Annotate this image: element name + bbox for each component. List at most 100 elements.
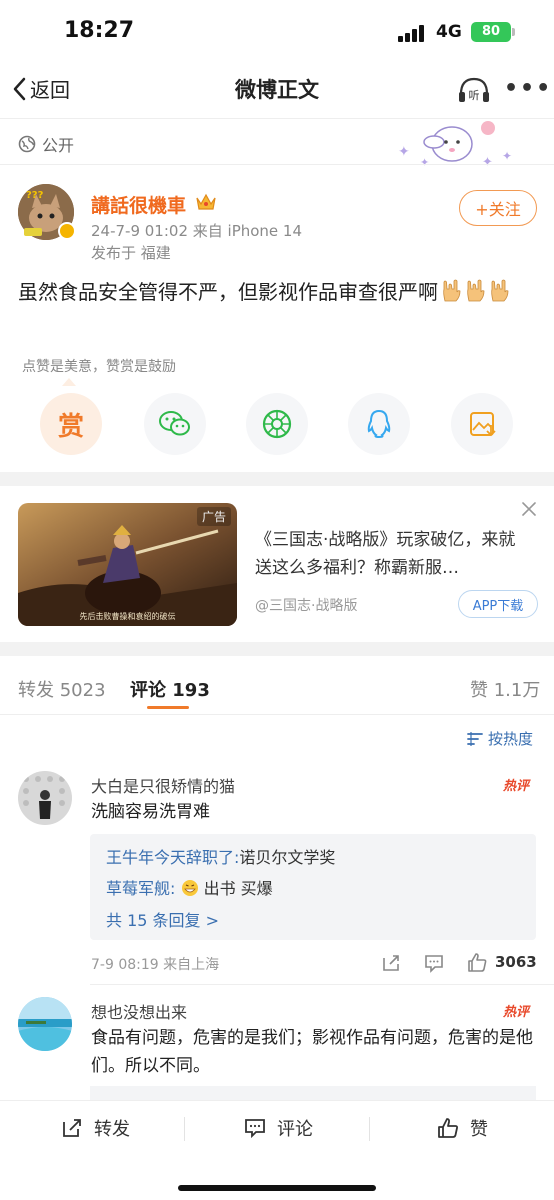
- comment-divider: [90, 984, 554, 985]
- tab-repost-label: 转发: [18, 680, 54, 701]
- globe-icon: [18, 135, 36, 153]
- sort-button[interactable]: 按热度: [466, 728, 533, 749]
- separator: [184, 1117, 185, 1141]
- ad-source[interactable]: @三国志·战略版: [255, 595, 357, 615]
- save-image-icon: [470, 412, 496, 437]
- chevron-left-icon: [13, 77, 26, 100]
- moments-icon: [262, 409, 292, 439]
- crown-icon: [196, 193, 216, 210]
- comment-icon: [245, 1119, 265, 1139]
- verified-badge: [58, 222, 76, 240]
- hot-comment-badge: 热评: [503, 779, 530, 794]
- reply-preview-box: [90, 1086, 536, 1100]
- avatar-photo: [18, 997, 72, 1051]
- avatar-photo: [18, 771, 72, 825]
- more-replies-link[interactable]: 共 15 条回复 >: [106, 907, 219, 931]
- pointer-triangle: [62, 378, 76, 386]
- follow-button[interactable]: +关注: [459, 190, 537, 226]
- wechat-icon: [159, 411, 190, 436]
- comment-button[interactable]: 评论: [243, 1115, 313, 1141]
- tabs-divider: [0, 714, 554, 715]
- svg-text:✦: ✦: [482, 155, 493, 170]
- reply-text: 出书 买爆: [203, 879, 273, 898]
- status-time: 18:27: [64, 18, 135, 43]
- section-divider: [0, 164, 554, 165]
- ad-image[interactable]: 先后击败曹操和袁绍的破伝 广告: [18, 503, 237, 626]
- sort-icon: [467, 731, 483, 746]
- share-wechat-button[interactable]: [144, 393, 206, 455]
- svg-text:???: ???: [26, 190, 44, 201]
- comment-text: 食品有问题，危害的是我们；影视作品有问题，危害的是他们。所以不同。: [91, 1028, 533, 1076]
- home-indicator: [178, 1185, 376, 1191]
- repost-icon: [63, 1119, 81, 1137]
- signal-icon: [398, 24, 428, 42]
- tab-likes-label: 赞: [470, 680, 488, 701]
- active-tab-indicator: [147, 706, 189, 709]
- battery-icon: 80: [471, 22, 511, 42]
- rock-hand-emoji-icon: [443, 279, 461, 302]
- tab-likes[interactable]: 赞 1.1万: [470, 676, 540, 702]
- section-gap: [0, 472, 554, 486]
- reply-text: 诺贝尔文学奖: [239, 848, 336, 867]
- author-name[interactable]: 講話很機車: [91, 191, 186, 218]
- post-time-source: 24-7-9 01:02 来自 iPhone 14: [91, 222, 303, 240]
- qq-icon: [367, 409, 391, 439]
- listen-label: 听: [469, 89, 480, 102]
- comment-like-count: 3063: [495, 953, 537, 971]
- like-icon[interactable]: [466, 951, 488, 973]
- repost-button[interactable]: 转发: [60, 1115, 130, 1141]
- comment-meta: 7-9 08:19 来自上海: [91, 957, 220, 973]
- reply-user[interactable]: 王牛年今天辞职了:: [106, 848, 239, 867]
- battery-tip: [512, 28, 515, 36]
- svg-text:✦: ✦: [398, 144, 410, 160]
- separator: [369, 1117, 370, 1141]
- back-label: 返回: [30, 78, 70, 102]
- ad-title[interactable]: 《三国志·战略版》玩家破亿，来就送这么多福利？称霸新服…: [255, 526, 530, 582]
- visibility-label: 公开: [42, 136, 75, 155]
- comment-avatar[interactable]: [18, 997, 72, 1051]
- save-image-button[interactable]: [451, 393, 513, 455]
- tab-repost[interactable]: 转发 5023: [18, 676, 106, 702]
- headphone-icon: 听: [459, 77, 489, 102]
- post-location: 发布于 福建: [91, 244, 171, 262]
- network-type: 4G: [436, 22, 462, 42]
- tab-comments-count: 193: [172, 680, 210, 701]
- close-icon[interactable]: [520, 500, 538, 518]
- comment-icon[interactable]: [423, 952, 445, 974]
- comment-avatar[interactable]: [18, 771, 72, 825]
- tab-likes-count: 1.1万: [493, 680, 541, 701]
- like-button[interactable]: 赞: [436, 1115, 488, 1141]
- like-icon: [438, 1118, 458, 1138]
- visibility-row: 公开: [18, 132, 74, 156]
- reply-preview-box[interactable]: 王牛年今天辞职了:诺贝尔文学奖 草莓军舰: 出书 买爆 共 15 条回复 >: [90, 834, 536, 940]
- tab-comments-label: 评论: [130, 680, 166, 701]
- reply-item: 草莓军舰: 出书 买爆: [106, 875, 273, 899]
- ad-download-button[interactable]: APP下载: [458, 590, 538, 618]
- rock-hand-emoji-icon: [467, 279, 485, 302]
- repost-icon[interactable]: [380, 952, 402, 974]
- listen-button[interactable]: 听: [456, 74, 492, 106]
- ad-caption: 先后击败曹操和袁绍的破伝: [80, 611, 176, 621]
- repost-label: 转发: [94, 1119, 130, 1140]
- reward-button[interactable]: 赏: [40, 393, 102, 455]
- bottom-action-bar: 转发 评论 赞: [0, 1100, 554, 1200]
- reply-item: 王牛年今天辞职了:诺贝尔文学奖: [106, 844, 335, 868]
- comment-text: 洗脑容易洗胃难: [91, 802, 210, 822]
- grin-emoji-icon: [181, 880, 198, 896]
- tab-repost-count: 5023: [59, 680, 106, 701]
- comment-author[interactable]: 大白是只很矫情的猫: [91, 773, 235, 797]
- more-icon[interactable]: •••: [504, 74, 550, 106]
- sort-label: 按热度: [488, 730, 534, 748]
- svg-text:✦: ✦: [420, 156, 429, 169]
- post-body: 虽然食品安全管得不严，但影视作品审查很严啊: [18, 276, 538, 308]
- section-gap: [0, 642, 554, 656]
- svg-text:✦: ✦: [502, 149, 512, 163]
- comment-author[interactable]: 想也没想出来: [91, 999, 187, 1023]
- like-label: 赞: [470, 1119, 488, 1140]
- tab-comments[interactable]: 评论 193: [130, 676, 210, 702]
- back-button[interactable]: 返回: [12, 74, 70, 103]
- share-qq-button[interactable]: [348, 393, 410, 455]
- comment-label: 评论: [277, 1119, 313, 1140]
- share-moments-button[interactable]: [246, 393, 308, 455]
- reply-user[interactable]: 草莓军舰:: [106, 879, 175, 898]
